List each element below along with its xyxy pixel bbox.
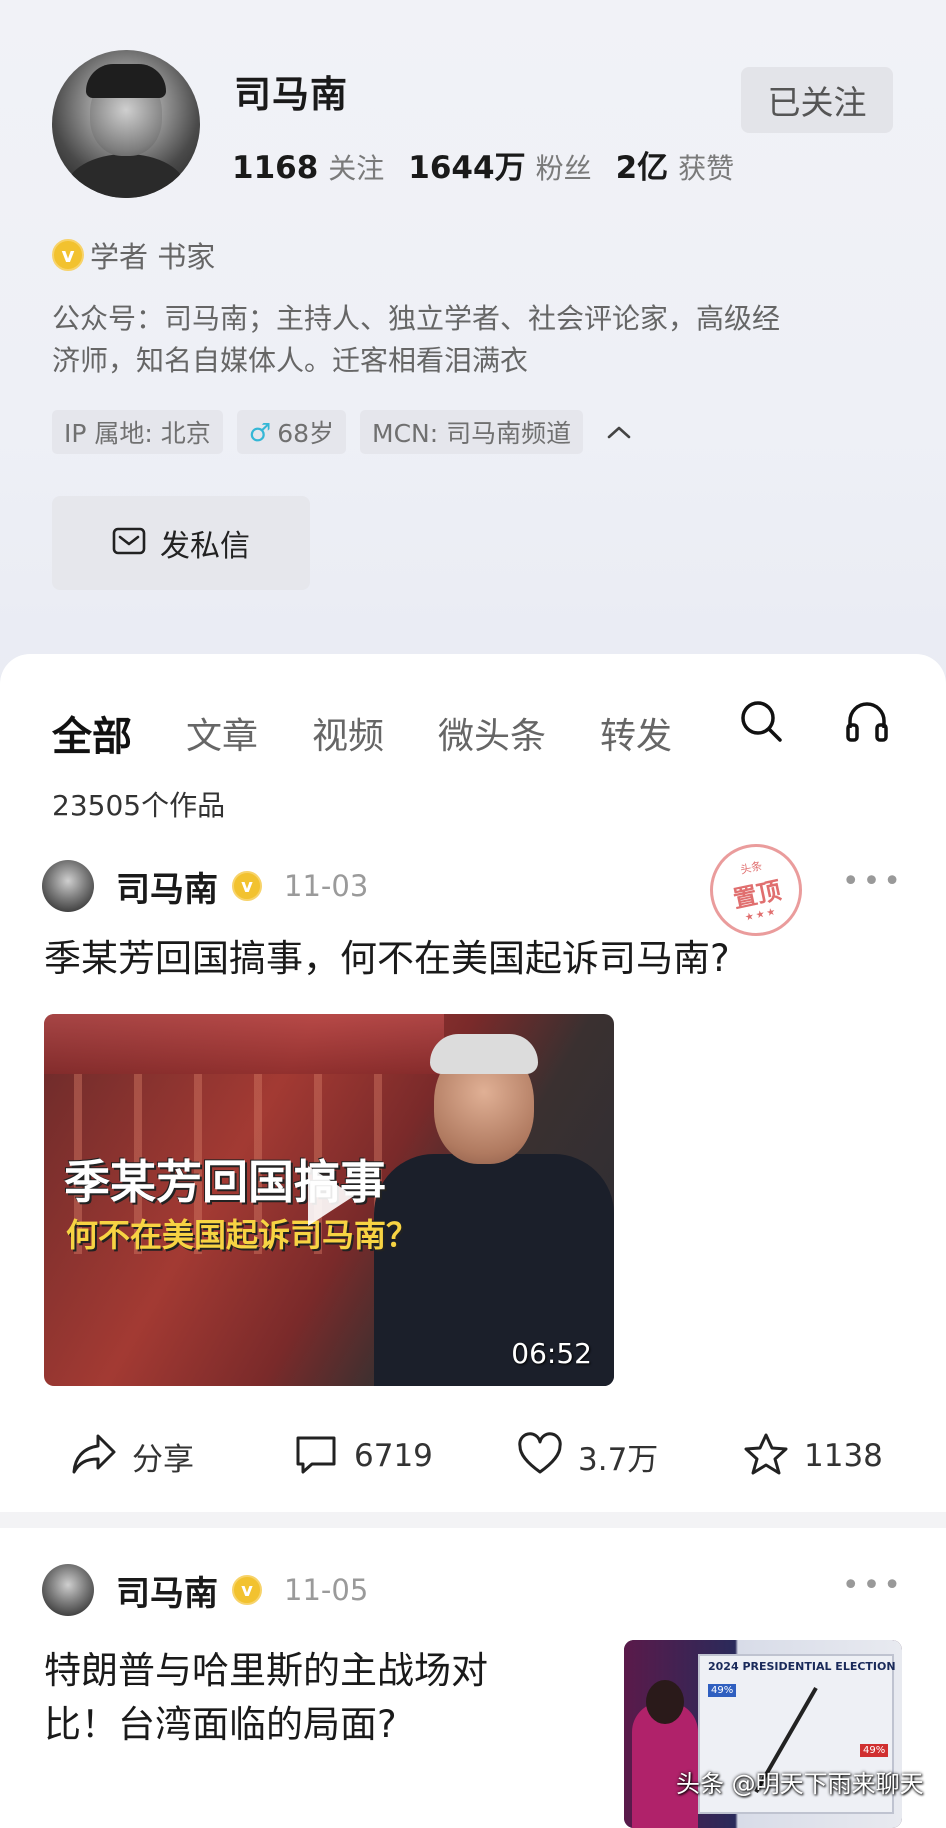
post-header: 司马南 v 11-03	[42, 860, 368, 912]
send-message-label: 发私信	[160, 529, 250, 564]
like-count: 3.7万	[578, 1441, 659, 1478]
avatar-hair	[86, 64, 166, 98]
thumbnail-host-head	[646, 1680, 684, 1724]
tag-mcn-text: MCN: 司马南频道	[372, 419, 572, 448]
post-actions: 分享 6719 3.7万 1138	[0, 1432, 946, 1492]
stat-likes[interactable]: 2亿 获赞	[616, 142, 735, 187]
content-panel: 全部 文章 视频 微头条 转发 23505个作品 司马南 v 11-03 •••…	[0, 654, 946, 1828]
mail-icon	[112, 527, 146, 559]
male-gender-icon: ♂	[248, 417, 272, 447]
share-label: 分享	[132, 1441, 194, 1478]
stat-following-label: 关注	[328, 152, 385, 185]
tab-articles[interactable]: 文章	[186, 707, 258, 759]
tab-micro-posts[interactable]: 微头条	[438, 707, 546, 759]
works-count: 23505个作品	[52, 789, 226, 822]
verification-text: 学者 书家	[90, 240, 216, 274]
tag-ip-location: IP 属地: 北京	[52, 410, 223, 454]
source-watermark: 头条 @明天下雨来聊天	[676, 1770, 924, 1798]
collapse-chevron-up-icon[interactable]	[597, 410, 641, 454]
author-avatar[interactable]	[42, 860, 94, 912]
profile-header: 司马南 1168 关注 1644万 粉丝 2亿 获赞 已关注 v 学者 书家 公…	[0, 0, 946, 700]
post-title[interactable]: 季某芳回国搞事，何不在美国起诉司马南?	[44, 932, 730, 986]
pinned-stamp: 头条 置顶 ★★★	[701, 835, 811, 945]
play-icon[interactable]	[308, 1166, 354, 1226]
heart-icon	[516, 1432, 564, 1480]
stat-following-count: 1168	[232, 150, 319, 186]
verification-row: v 学者 书家	[52, 234, 215, 276]
comment-count: 6719	[354, 1438, 433, 1474]
stat-likes-label: 获赞	[678, 152, 735, 185]
video-thumbnail[interactable]: 季某芳回国搞事 何不在美国起诉司马南？ 06:52	[44, 1014, 614, 1386]
post-title-line-1: 特朗普与哈里斯的主战场对	[44, 1649, 488, 1692]
tab-videos[interactable]: 视频	[312, 707, 384, 759]
favorite-button[interactable]: 1138	[742, 1432, 883, 1480]
tag-ip-text: IP 属地: 北京	[64, 419, 211, 448]
post-header: 司马南 v 11-05	[42, 1564, 368, 1616]
tag-age: ♂ 68岁	[236, 410, 346, 454]
post-title-line-2: 比！台湾面临的局面?	[44, 1703, 397, 1746]
post-date: 11-05	[284, 1573, 369, 1607]
bio-line-1: 公众号：司马南；主持人、独立学者、社会评论家，高级经	[52, 302, 781, 335]
more-options-icon[interactable]: •••	[842, 1568, 904, 1603]
post-date: 11-03	[284, 869, 369, 903]
verified-badge-icon: v	[232, 1575, 262, 1605]
thumbnail-pct-harris: 49%	[708, 1684, 737, 1697]
profile-avatar[interactable]	[52, 50, 200, 198]
star-icon	[742, 1432, 790, 1480]
comment-icon	[292, 1432, 340, 1480]
tag-age-text: 68岁	[277, 419, 334, 448]
send-message-button[interactable]: 发私信	[52, 496, 310, 590]
post-thumbnail[interactable]: 2024 PRESIDENTIAL ELECTION 49% 49%	[624, 1640, 902, 1828]
video-duration: 06:52	[511, 1337, 592, 1370]
post-divider	[0, 1512, 946, 1528]
tag-mcn[interactable]: MCN: 司马南频道	[360, 410, 584, 454]
author-avatar[interactable]	[42, 1564, 94, 1616]
more-options-icon[interactable]: •••	[842, 864, 904, 899]
share-button[interactable]: 分享	[70, 1432, 194, 1480]
like-button[interactable]: 3.7万	[516, 1432, 658, 1480]
comment-button[interactable]: 6719	[292, 1432, 433, 1480]
post-title[interactable]: 特朗普与哈里斯的主战场对 比！台湾面临的局面?	[44, 1644, 564, 1752]
profile-name: 司马南	[234, 73, 348, 116]
stat-followers[interactable]: 1644万 粉丝	[408, 142, 591, 187]
stat-followers-label: 粉丝	[535, 152, 592, 185]
tab-all[interactable]: 全部	[52, 704, 132, 762]
stat-followers-count: 1644万	[408, 150, 526, 186]
tab-reposts[interactable]: 转发	[600, 707, 672, 759]
profile-tags: IP 属地: 北京 ♂ 68岁 MCN: 司马南频道	[52, 410, 641, 454]
profile-bio: 公众号：司马南；主持人、独立学者、社会评论家，高级经 济师，知名自媒体人。迁客相…	[52, 298, 892, 382]
avatar-body	[66, 154, 186, 198]
headphones-icon[interactable]	[842, 696, 892, 746]
stat-following[interactable]: 1168 关注	[232, 147, 384, 187]
favorite-count: 1138	[804, 1438, 883, 1474]
author-name[interactable]: 司马南	[116, 1566, 218, 1615]
thumbnail-headline: 2024 PRESIDENTIAL ELECTION	[708, 1660, 896, 1673]
video-caption-2: 何不在美国起诉司马南？	[66, 1216, 419, 1254]
content-tabs: 全部 文章 视频 微头条 转发	[52, 704, 726, 762]
thumbnail-pct-trump: 49%	[860, 1744, 889, 1757]
followed-button[interactable]: 已关注	[741, 67, 893, 133]
verified-badge-icon: v	[52, 239, 84, 271]
author-name[interactable]: 司马南	[116, 862, 218, 911]
profile-stats: 1168 关注 1644万 粉丝 2亿 获赞	[232, 142, 758, 187]
share-icon	[70, 1432, 118, 1480]
video-person-hair	[430, 1034, 538, 1074]
bio-line-2: 济师，知名自媒体人。迁客相看泪满衣	[52, 344, 529, 377]
verified-badge-icon: v	[232, 871, 262, 901]
stat-likes-count: 2亿	[615, 150, 669, 186]
search-icon[interactable]	[736, 696, 786, 746]
